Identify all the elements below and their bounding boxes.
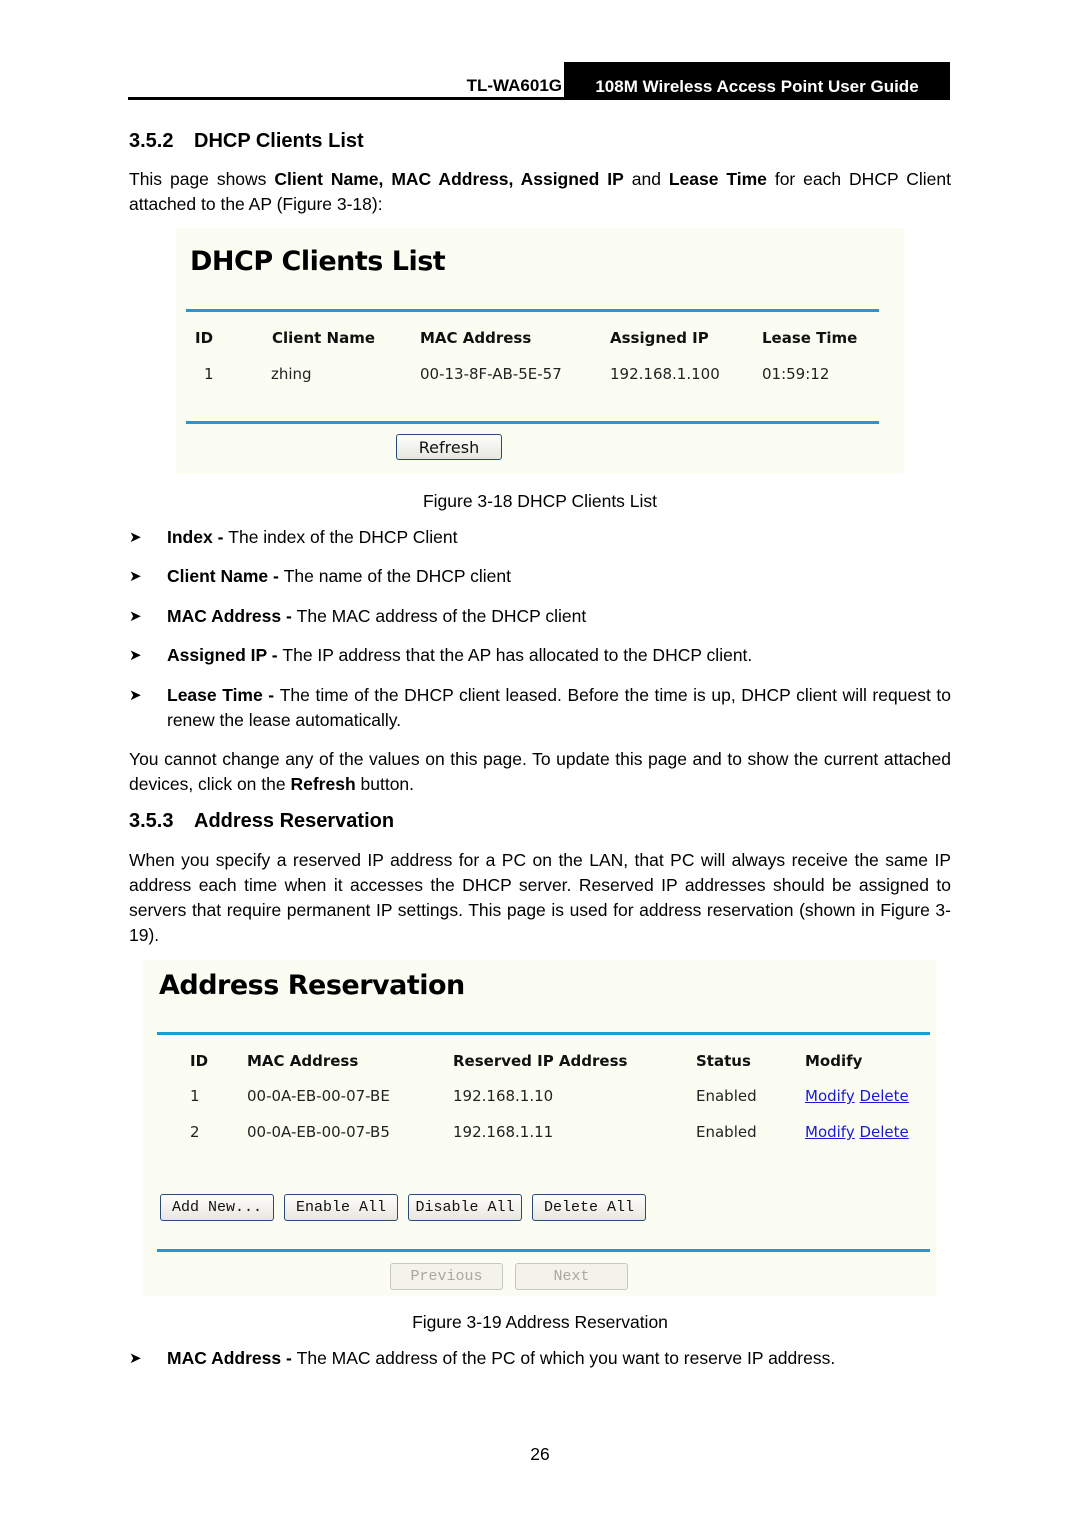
bullet-mac-address-reservation: ➤ MAC Address - The MAC address of the P…: [129, 1346, 951, 1371]
bullet-arrow-icon: ➤: [129, 687, 142, 704]
header-rule: [128, 97, 950, 100]
section-title: DHCP Clients List: [194, 130, 364, 152]
bullet-client-name: ➤ Client Name - The name of the DHCP cli…: [129, 564, 951, 589]
cell-mac-address: 00-0A-EB-00-07-BE: [247, 1087, 390, 1105]
dhcp-clients-panel: DHCP Clients List ID Client Name MAC Add…: [176, 228, 904, 474]
cell-mac-address: 00-0A-EB-00-07-B5: [247, 1123, 390, 1141]
bullet-index: ➤ Index - The index of the DHCP Client: [129, 525, 951, 550]
note-bold: Refresh: [290, 774, 356, 794]
bullet-arrow-icon: ➤: [129, 529, 142, 546]
bullet-lease-time: ➤ Lease Time - The time of the DHCP clie…: [129, 683, 951, 733]
intro-bold: Lease Time: [668, 169, 767, 189]
panel-title: DHCP Clients List: [190, 246, 446, 277]
disable-all-button[interactable]: Disable All: [408, 1194, 522, 1221]
panel-title: Address Reservation: [159, 970, 465, 1001]
cell-id: 1: [190, 1087, 200, 1105]
column-header-id: ID: [195, 329, 214, 347]
page-number: 26: [530, 1444, 550, 1464]
bullet-arrow-icon: ➤: [129, 1350, 142, 1367]
bullet-desc: The index of the DHCP Client: [228, 527, 458, 547]
bullet-arrow-icon: ➤: [129, 647, 142, 664]
column-header-status: Status: [696, 1052, 751, 1070]
section-number: 3.5.3: [129, 810, 174, 832]
refresh-note: You cannot change any of the values on t…: [129, 747, 951, 797]
panel-rule-top: [186, 309, 879, 312]
bullet-arrow-icon: ➤: [129, 568, 142, 585]
enable-all-button[interactable]: Enable All: [284, 1194, 398, 1221]
delete-all-button[interactable]: Delete All: [532, 1194, 646, 1221]
cell-lease-time: 01:59:12: [762, 365, 830, 383]
add-new-button[interactable]: Add New...: [160, 1194, 274, 1221]
section-number: 3.5.2: [129, 130, 174, 152]
figure-318-caption: Figure 3-18 DHCP Clients List: [422, 491, 658, 511]
note-text: You cannot change any of the values on t…: [129, 749, 951, 794]
column-header-client-name: Client Name: [272, 329, 376, 347]
column-header-modify: Modify: [805, 1052, 863, 1070]
cell-client-name: zhing: [271, 365, 312, 383]
section-heading-352: 3.5.2 DHCP Clients List: [129, 130, 364, 153]
bullet-mac-address: ➤ MAC Address - The MAC address of the D…: [129, 604, 951, 629]
panel-rule-bottom: [186, 421, 879, 424]
panel-rule-bottom: [157, 1249, 930, 1252]
bullet-term: Client Name -: [167, 566, 284, 586]
bullet-assigned-ip: ➤ Assigned IP - The IP address that the …: [129, 643, 951, 668]
cell-reserved-ip: 192.168.1.11: [453, 1123, 554, 1141]
bullet-desc: The MAC address of the PC of which you w…: [296, 1348, 836, 1368]
bullet-term: Index -: [167, 527, 229, 547]
bullet-desc: The time of the DHCP client leased. Befo…: [167, 685, 951, 730]
column-header-lease-time: Lease Time: [762, 329, 858, 347]
bullet-desc: The IP address that the AP has allocated…: [282, 645, 753, 665]
page-header: TL-WA601G 108M Wireless Access Point Use…: [128, 62, 950, 100]
refresh-button[interactable]: Refresh: [396, 434, 502, 460]
bullet-desc: The MAC address of the DHCP client: [296, 606, 587, 626]
intro-text: and: [623, 169, 669, 189]
previous-button[interactable]: Previous: [390, 1263, 503, 1290]
modify-link[interactable]: Modify: [805, 1123, 855, 1141]
bullet-term: Lease Time -: [167, 685, 280, 705]
column-header-mac-address: MAC Address: [420, 329, 532, 347]
section-352-intro: This page shows Client Name, MAC Address…: [129, 167, 951, 217]
column-header-assigned-ip: Assigned IP: [610, 329, 709, 347]
column-header-reserved-ip: Reserved IP Address: [453, 1052, 628, 1070]
section-353-intro: When you specify a reserved IP address f…: [129, 850, 951, 945]
section-heading-353: 3.5.3 Address Reservation: [129, 810, 394, 833]
cell-status: Enabled: [696, 1123, 757, 1141]
cell-id: 2: [190, 1123, 200, 1141]
next-button[interactable]: Next: [515, 1263, 628, 1290]
bullet-arrow-icon: ➤: [129, 608, 142, 625]
cell-assigned-ip: 192.168.1.100: [610, 365, 720, 383]
bullet-desc: The name of the DHCP client: [283, 566, 511, 586]
header-model: TL-WA601G: [466, 76, 562, 95]
intro-bold: Client Name, MAC Address, Assigned IP: [274, 169, 624, 189]
cell-id: 1: [204, 365, 214, 383]
cell-reserved-ip: 192.168.1.10: [453, 1087, 554, 1105]
section-title: Address Reservation: [194, 810, 395, 832]
cell-status: Enabled: [696, 1087, 757, 1105]
column-header-mac-address: MAC Address: [247, 1052, 359, 1070]
modify-link[interactable]: Modify: [805, 1087, 855, 1105]
figure-319-caption: Figure 3-19 Address Reservation: [412, 1312, 668, 1332]
delete-link[interactable]: Delete: [859, 1087, 908, 1105]
bullet-term: MAC Address -: [167, 606, 297, 626]
cell-mac-address: 00-13-8F-AB-5E-57: [420, 365, 562, 383]
column-header-id: ID: [190, 1052, 209, 1070]
address-reservation-panel: Address Reservation ID MAC Address Reser…: [143, 960, 936, 1296]
bullet-term: MAC Address -: [167, 1348, 297, 1368]
intro-text: This page shows: [129, 169, 275, 189]
bullet-term: Assigned IP -: [167, 645, 283, 665]
panel-rule-top: [157, 1032, 930, 1035]
note-text: button.: [355, 774, 415, 794]
header-guide-title: 108M Wireless Access Point User Guide: [564, 62, 950, 100]
delete-link[interactable]: Delete: [859, 1123, 908, 1141]
